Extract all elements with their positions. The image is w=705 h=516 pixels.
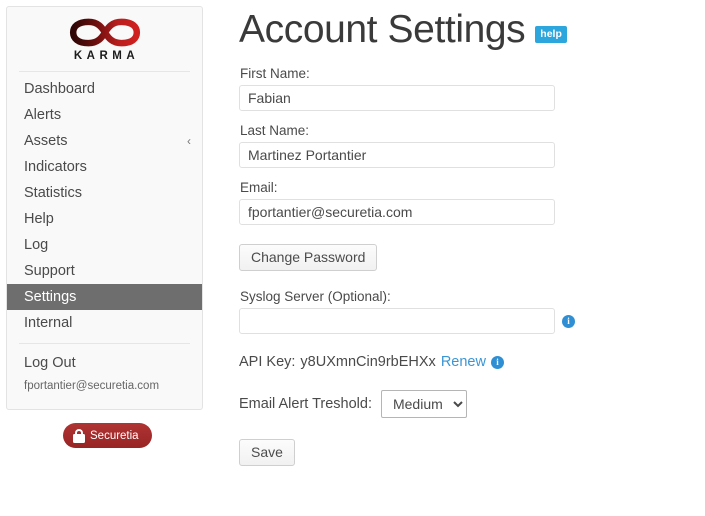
logout-label: Log Out — [24, 355, 76, 371]
change-password-button[interactable]: Change Password — [239, 244, 378, 271]
first-name-input[interactable] — [239, 85, 555, 111]
sidebar-item-label: Internal — [24, 315, 73, 331]
sidebar-item-label: Alerts — [24, 107, 62, 123]
sidebar-item-label: Statistics — [24, 185, 83, 201]
sidebar-user-email: fportantier@securetia.com — [24, 380, 160, 392]
change-password-row: Change Password — [239, 244, 705, 271]
email-label: Email: — [240, 180, 278, 195]
sidebar-item-dashboard[interactable]: Dashboard — [7, 76, 202, 102]
sidebar-item-label: Assets — [24, 133, 68, 149]
first-name-group: First Name: — [239, 66, 705, 111]
syslog-label: Syslog Server (Optional): — [240, 289, 391, 304]
sidebar-item-statistics[interactable]: Statistics — [7, 180, 202, 206]
logout-button[interactable]: Log Out — [7, 350, 202, 376]
sidebar-item-label: Indicators — [24, 159, 87, 175]
sidebar-item-support[interactable]: Support — [7, 258, 202, 284]
sidebar-item-label: Settings — [24, 289, 77, 305]
sidebar-item-log[interactable]: Log — [7, 232, 202, 258]
sidebar-item-alerts[interactable]: Alerts — [7, 102, 202, 128]
api-key-row: API Key: y8UXmnCin9rbEHXx Renew i — [239, 354, 705, 370]
securetia-badge[interactable]: Securetia — [63, 423, 152, 448]
page-title: Account Settings — [239, 8, 526, 51]
sidebar-item-label: Log — [24, 237, 49, 253]
lock-icon — [72, 428, 85, 443]
sidebar-panel: KARMA Dashboard Alerts Assets ‹ Indicato… — [6, 6, 203, 410]
email-input[interactable] — [239, 199, 555, 225]
sidebar-divider — [19, 343, 190, 344]
renew-link[interactable]: Renew — [441, 354, 486, 370]
sidebar-item-settings[interactable]: Settings — [7, 284, 202, 310]
sidebar-item-help[interactable]: Help — [7, 206, 202, 232]
threshold-select[interactable]: Medium — [380, 390, 467, 418]
save-button[interactable]: Save — [239, 439, 295, 466]
info-icon[interactable]: i — [562, 314, 575, 328]
securetia-label: Securetia — [90, 429, 139, 442]
threshold-label: Email Alert Treshold: — [239, 396, 372, 412]
sidebar-item-indicators[interactable]: Indicators — [7, 154, 202, 180]
syslog-input-row: i — [239, 308, 705, 334]
sidebar-item-label: Dashboard — [24, 81, 95, 97]
api-key-label: API Key: — [239, 354, 296, 370]
last-name-label: Last Name: — [240, 123, 310, 138]
main-content: Account Settings help First Name: Last N… — [239, 0, 705, 516]
syslog-input[interactable] — [239, 308, 555, 334]
sidebar-nav: Dashboard Alerts Assets ‹ Indicators Sta… — [7, 72, 202, 336]
brand-block: KARMA — [7, 7, 202, 72]
sidebar-item-label: Help — [24, 211, 54, 227]
last-name-input[interactable] — [239, 142, 555, 168]
chevron-left-icon[interactable]: ‹ — [187, 128, 191, 154]
infinity-icon — [69, 18, 140, 47]
help-badge[interactable]: help — [535, 25, 567, 43]
api-key-value: y8UXmnCin9rbEHXx — [300, 354, 436, 370]
sidebar-item-label: Support — [24, 263, 75, 279]
sidebar-item-assets[interactable]: Assets ‹ — [7, 128, 202, 154]
save-row: Save — [239, 439, 705, 466]
sidebar-item-internal[interactable]: Internal — [7, 310, 202, 336]
last-name-group: Last Name: — [239, 123, 705, 168]
page-title-row: Account Settings help — [239, 6, 705, 54]
syslog-group: Syslog Server (Optional): i — [239, 289, 705, 334]
sidebar: KARMA Dashboard Alerts Assets ‹ Indicato… — [0, 0, 211, 516]
first-name-label: First Name: — [240, 66, 310, 81]
brand-wordmark: KARMA — [73, 50, 140, 62]
email-group: Email: — [239, 180, 705, 225]
info-icon[interactable]: i — [490, 355, 504, 369]
threshold-row: Email Alert Treshold: Medium — [239, 390, 705, 418]
